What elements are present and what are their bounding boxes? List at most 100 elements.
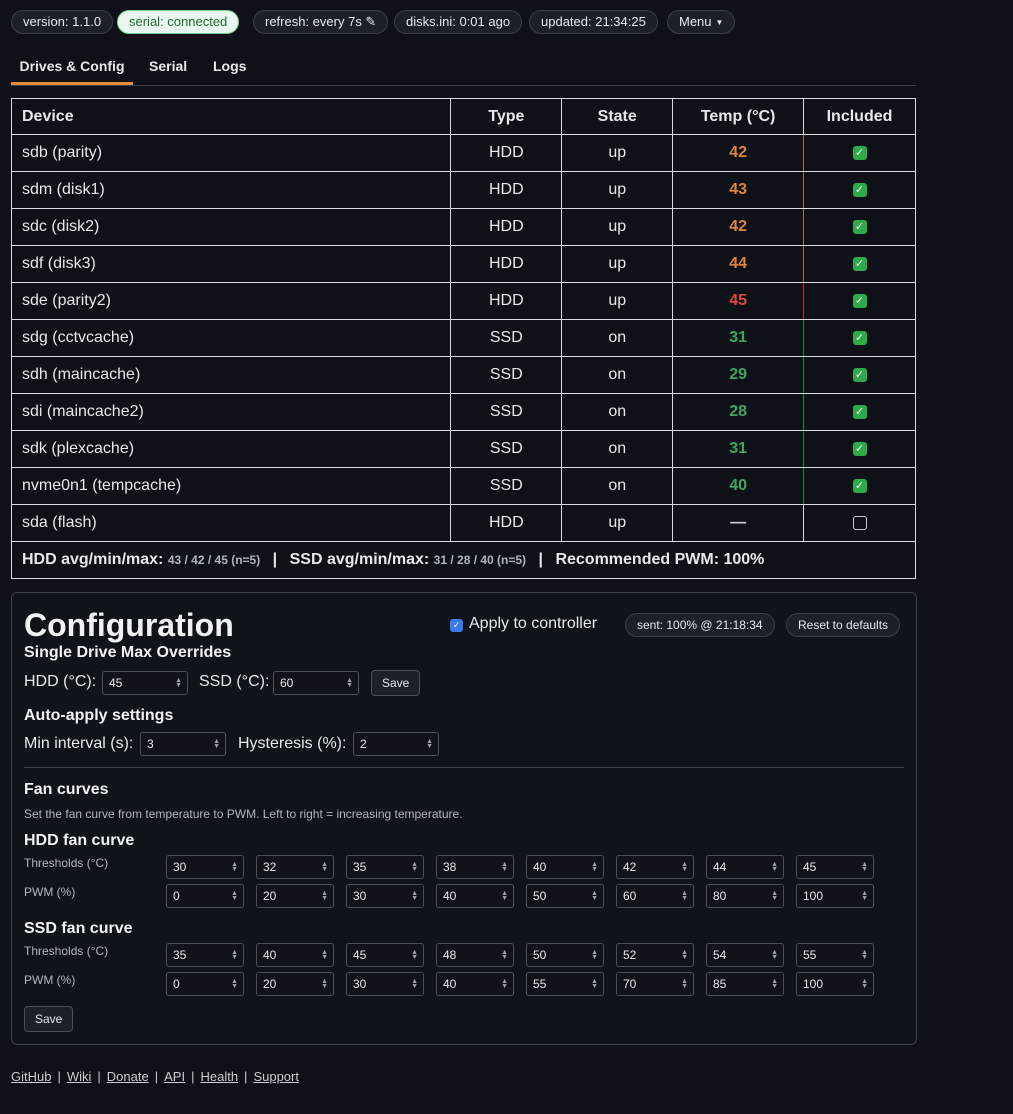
hdd-threshold-input[interactable]: 44 ▲ ▼ — [706, 855, 784, 879]
spinner-icon[interactable]: ▲ ▼ — [231, 861, 238, 873]
included-checkbox-unchecked[interactable]: ✓ — [852, 515, 867, 530]
spinner-icon[interactable]: ▲ ▼ — [681, 861, 688, 873]
included-checkbox-checked[interactable]: ✓ — [852, 404, 867, 419]
min-interval-input[interactable]: 3 ▲ ▼ — [140, 732, 226, 756]
spinner-icon[interactable]: ▲ ▼ — [321, 861, 328, 873]
included-checkbox-checked[interactable]: ✓ — [852, 182, 867, 197]
spinner-icon[interactable]: ▲ ▼ — [501, 978, 508, 990]
ssd-threshold-input[interactable]: 45 ▲ ▼ — [346, 943, 424, 967]
spinner-icon[interactable]: ▲ ▼ — [861, 949, 868, 961]
hdd-pwm-input[interactable]: 30 ▲ ▼ — [346, 884, 424, 908]
hdd-pwm-input[interactable]: 40 ▲ ▼ — [436, 884, 514, 908]
ssd-threshold-input[interactable]: 52 ▲ ▼ — [616, 943, 694, 967]
spinner-icon[interactable]: ▲ ▼ — [591, 978, 598, 990]
ssd-pwm-input[interactable]: 70 ▲ ▼ — [616, 972, 694, 996]
ssd-threshold-input[interactable]: 55 ▲ ▼ — [796, 943, 874, 967]
ssd-threshold-input[interactable]: 40 ▲ ▼ — [256, 943, 334, 967]
spinner-icon[interactable]: ▲ ▼ — [411, 949, 418, 961]
ssd-pwm-input[interactable]: 55 ▲ ▼ — [526, 972, 604, 996]
footer-link-api[interactable]: API — [164, 1069, 185, 1084]
state-cell: up — [561, 282, 674, 320]
spinner-icon[interactable]: ▲ ▼ — [501, 890, 508, 902]
hdd-threshold-input[interactable]: 40 ▲ ▼ — [526, 855, 604, 879]
spinner-icon[interactable]: ▲ ▼ — [771, 890, 778, 902]
ssd-pwm-input[interactable]: 20 ▲ ▼ — [256, 972, 334, 996]
spinner-icon[interactable]: ▲ ▼ — [231, 890, 238, 902]
hdd-threshold-input[interactable]: 32 ▲ ▼ — [256, 855, 334, 879]
ssd-pwm-input[interactable]: 30 ▲ ▼ — [346, 972, 424, 996]
footer-link-support[interactable]: Support — [253, 1069, 299, 1084]
ssd-threshold-input[interactable]: 35 ▲ ▼ — [166, 943, 244, 967]
spinner-icon[interactable]: ▲ ▼ — [321, 890, 328, 902]
included-checkbox-checked[interactable]: ✓ — [852, 478, 867, 493]
hdd-max-input[interactable]: 45 ▲ ▼ — [102, 671, 188, 695]
hdd-pwm-input[interactable]: 80 ▲ ▼ — [706, 884, 784, 908]
included-checkbox-checked[interactable]: ✓ — [852, 330, 867, 345]
menu-button[interactable]: Menu ▼ — [667, 10, 736, 34]
spinner-icon[interactable]: ▲ ▼ — [231, 949, 238, 961]
footer-link-wiki[interactable]: Wiki — [67, 1069, 92, 1084]
hdd-pwm-input[interactable]: 100 ▲ ▼ — [796, 884, 874, 908]
spinner-icon[interactable]: ▲ ▼ — [501, 861, 508, 873]
apply-to-controller-checkbox[interactable]: ✓ Apply to controller — [450, 615, 597, 633]
ssd-pwm-input[interactable]: 0 ▲ ▼ — [166, 972, 244, 996]
hysteresis-input[interactable]: 2 ▲ ▼ — [353, 732, 439, 756]
spinner-icon[interactable]: ▲ ▼ — [501, 949, 508, 961]
spinner-icon[interactable]: ▲ ▼ — [426, 738, 433, 750]
reset-defaults-button[interactable]: Reset to defaults — [786, 613, 901, 637]
hdd-pwm-input[interactable]: 0 ▲ ▼ — [166, 884, 244, 908]
spinner-icon[interactable]: ▲ ▼ — [681, 890, 688, 902]
hdd-threshold-input[interactable]: 30 ▲ ▼ — [166, 855, 244, 879]
spinner-icon[interactable]: ▲ ▼ — [175, 677, 182, 689]
ssd-threshold-input[interactable]: 48 ▲ ▼ — [436, 943, 514, 967]
included-checkbox-checked[interactable]: ✓ — [852, 145, 867, 160]
ssd-pwm-input[interactable]: 40 ▲ ▼ — [436, 972, 514, 996]
spinner-icon[interactable]: ▲ ▼ — [591, 949, 598, 961]
spinner-icon[interactable]: ▲ ▼ — [681, 978, 688, 990]
spinner-icon[interactable]: ▲ ▼ — [591, 861, 598, 873]
ssd-max-input[interactable]: 60 ▲ ▼ — [273, 671, 359, 695]
spinner-icon[interactable]: ▲ ▼ — [213, 738, 220, 750]
hdd-pwm-input[interactable]: 20 ▲ ▼ — [256, 884, 334, 908]
included-checkbox-checked[interactable]: ✓ — [852, 219, 867, 234]
ssd-pwm-input-value: 100 — [803, 977, 824, 991]
hdd-threshold-input[interactable]: 42 ▲ ▼ — [616, 855, 694, 879]
spinner-icon[interactable]: ▲ ▼ — [861, 978, 868, 990]
included-checkbox-checked[interactable]: ✓ — [852, 441, 867, 456]
spinner-icon[interactable]: ▲ ▼ — [321, 978, 328, 990]
refresh-interval-button[interactable]: refresh: every 7s ✎ — [253, 10, 389, 34]
save-curves-button[interactable]: Save — [24, 1006, 74, 1032]
spinner-icon[interactable]: ▲ ▼ — [861, 861, 868, 873]
spinner-icon[interactable]: ▲ ▼ — [771, 861, 778, 873]
tab-drives-config[interactable]: Drives & Config — [11, 46, 133, 85]
ssd-pwm-input[interactable]: 85 ▲ ▼ — [706, 972, 784, 996]
tab-logs[interactable]: Logs — [213, 46, 246, 85]
ssd-threshold-input[interactable]: 50 ▲ ▼ — [526, 943, 604, 967]
hdd-pwm-input[interactable]: 60 ▲ ▼ — [616, 884, 694, 908]
included-checkbox-checked[interactable]: ✓ — [852, 256, 867, 271]
hdd-threshold-input[interactable]: 35 ▲ ▼ — [346, 855, 424, 879]
footer-link-health[interactable]: Health — [200, 1069, 238, 1084]
ssd-threshold-input[interactable]: 54 ▲ ▼ — [706, 943, 784, 967]
spinner-icon[interactable]: ▲ ▼ — [411, 861, 418, 873]
hdd-threshold-input[interactable]: 45 ▲ ▼ — [796, 855, 874, 879]
hdd-pwm-input[interactable]: 50 ▲ ▼ — [526, 884, 604, 908]
ssd-pwm-input[interactable]: 100 ▲ ▼ — [796, 972, 874, 996]
included-checkbox-checked[interactable]: ✓ — [852, 367, 867, 382]
spinner-icon[interactable]: ▲ ▼ — [771, 949, 778, 961]
save-overrides-button[interactable]: Save — [371, 670, 421, 696]
spinner-icon[interactable]: ▲ ▼ — [681, 949, 688, 961]
included-checkbox-checked[interactable]: ✓ — [852, 293, 867, 308]
spinner-icon[interactable]: ▲ ▼ — [346, 677, 353, 689]
footer-link-github[interactable]: GitHub — [11, 1069, 51, 1084]
tab-serial[interactable]: Serial — [149, 46, 187, 85]
spinner-icon[interactable]: ▲ ▼ — [321, 949, 328, 961]
spinner-icon[interactable]: ▲ ▼ — [411, 890, 418, 902]
spinner-icon[interactable]: ▲ ▼ — [411, 978, 418, 990]
footer-link-donate[interactable]: Donate — [107, 1069, 149, 1084]
spinner-icon[interactable]: ▲ ▼ — [861, 890, 868, 902]
hdd-threshold-input[interactable]: 38 ▲ ▼ — [436, 855, 514, 879]
spinner-icon[interactable]: ▲ ▼ — [771, 978, 778, 990]
spinner-icon[interactable]: ▲ ▼ — [231, 978, 238, 990]
spinner-icon[interactable]: ▲ ▼ — [591, 890, 598, 902]
